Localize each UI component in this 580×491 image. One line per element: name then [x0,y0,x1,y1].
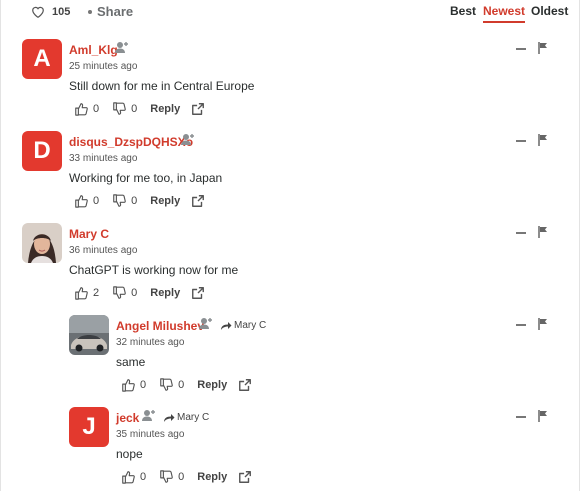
flag-icon[interactable] [538,42,548,54]
share-icon[interactable] [191,194,205,208]
reply-button[interactable]: Reply [197,471,227,483]
downvote-count: 0 [131,103,138,115]
follow-user-icon[interactable] [142,409,156,421]
comment-timestamp[interactable]: 25 minutes ago [69,61,137,72]
downvote-icon[interactable] [159,378,173,392]
comment-actions: 0 0 Reply [74,101,205,117]
comment-author[interactable]: Aml_Klg [69,43,118,57]
upvote-count: 0 [93,195,100,207]
comment-text: same [116,355,146,369]
comment-timestamp[interactable]: 36 minutes ago [69,245,137,256]
upvote-icon[interactable] [74,194,88,208]
avatar[interactable] [69,315,109,355]
comment-timestamp[interactable]: 35 minutes ago [116,429,184,440]
avatar[interactable]: J [69,407,109,447]
reply-arrow-icon [220,321,232,331]
bullet-icon [88,10,92,14]
comment-item: Mary C 36 minutes ago ChatGPT is working… [1,222,580,314]
downvote-count: 0 [178,471,185,483]
upvote-icon[interactable] [74,102,88,116]
heart-icon[interactable] [31,5,45,19]
flag-icon[interactable] [538,318,548,330]
downvote-icon[interactable] [112,102,126,116]
comment-thread: 105 Share Best Newest Oldest A Aml_Klg 2… [0,0,580,491]
collapse-icon[interactable] [516,232,526,234]
upvote-count: 2 [93,287,100,299]
avatar[interactable]: D [22,131,62,171]
avatar[interactable]: A [22,39,62,79]
follow-user-icon[interactable] [115,41,129,53]
downvote-icon[interactable] [112,194,126,208]
downvote-count: 0 [178,379,185,391]
reply-to-author[interactable]: Mary C [234,320,266,331]
thread-toolbar: 105 Share Best Newest Oldest [1,0,580,26]
reply-button[interactable]: Reply [150,195,180,207]
reply-button[interactable]: Reply [197,379,227,391]
comment-text: Still down for me in Central Europe [69,79,255,93]
collapse-icon[interactable] [516,416,526,418]
sort-best-tab[interactable]: Best [450,4,476,18]
downvote-count: 0 [131,287,138,299]
upvote-count: 0 [93,103,100,115]
upvote-count: 0 [140,379,147,391]
comment-author[interactable]: Mary C [69,227,109,241]
follow-user-icon[interactable] [181,133,195,145]
comment-actions: 2 0 Reply [74,285,205,301]
comment-timestamp[interactable]: 32 minutes ago [116,337,184,348]
comment-timestamp[interactable]: 33 minutes ago [69,153,137,164]
flag-icon[interactable] [538,410,548,422]
comment-item-reply: Angel Milushev Mary C 32 minutes ago sam… [1,314,580,406]
comment-text: nope [116,447,143,461]
reply-to-author[interactable]: Mary C [177,412,209,423]
upvote-icon[interactable] [74,286,88,300]
in-reply-to[interactable]: Mary C [163,412,209,423]
in-reply-to[interactable]: Mary C [220,320,266,331]
flag-icon[interactable] [538,134,548,146]
comment-item: D disqus_DzspDQHSXo 33 minutes ago Worki… [1,130,580,222]
downvote-icon[interactable] [112,286,126,300]
upvote-icon[interactable] [121,378,135,392]
comment-author[interactable]: jeck [116,411,139,425]
comment-actions: 0 0 Reply [121,377,252,393]
upvote-icon[interactable] [121,470,135,484]
comment-item-reply: J jeck Mary C 35 minutes ago nope 0 0 Re… [1,406,580,491]
downvote-icon[interactable] [159,470,173,484]
sort-newest-tab[interactable]: Newest [483,4,526,23]
avatar[interactable] [22,223,62,263]
sort-oldest-tab[interactable]: Oldest [531,4,568,18]
comment-author[interactable]: Angel Milushev [116,319,204,333]
share-icon[interactable] [191,102,205,116]
share-icon[interactable] [238,378,252,392]
comment-item: A Aml_Klg 25 minutes ago Still down for … [1,38,580,130]
share-icon[interactable] [191,286,205,300]
comment-actions: 0 0 Reply [74,193,205,209]
collapse-icon[interactable] [516,140,526,142]
reply-button[interactable]: Reply [150,103,180,115]
comment-text: Working for me too, in Japan [69,171,223,185]
share-button[interactable]: Share [97,4,133,19]
reply-button[interactable]: Reply [150,287,180,299]
upvote-count: 0 [140,471,147,483]
reply-arrow-icon [163,413,175,423]
share-icon[interactable] [238,470,252,484]
follow-user-icon[interactable] [199,317,213,329]
comment-author[interactable]: disqus_DzspDQHSXo [69,135,193,149]
collapse-icon[interactable] [516,324,526,326]
like-count: 105 [52,6,71,18]
comment-actions: 0 0 Reply [121,469,252,485]
downvote-count: 0 [131,195,138,207]
profile-photo-icon [69,315,109,355]
collapse-icon[interactable] [516,48,526,50]
comment-text: ChatGPT is working now for me [69,263,239,277]
profile-photo-icon [22,223,62,263]
flag-icon[interactable] [538,226,548,238]
